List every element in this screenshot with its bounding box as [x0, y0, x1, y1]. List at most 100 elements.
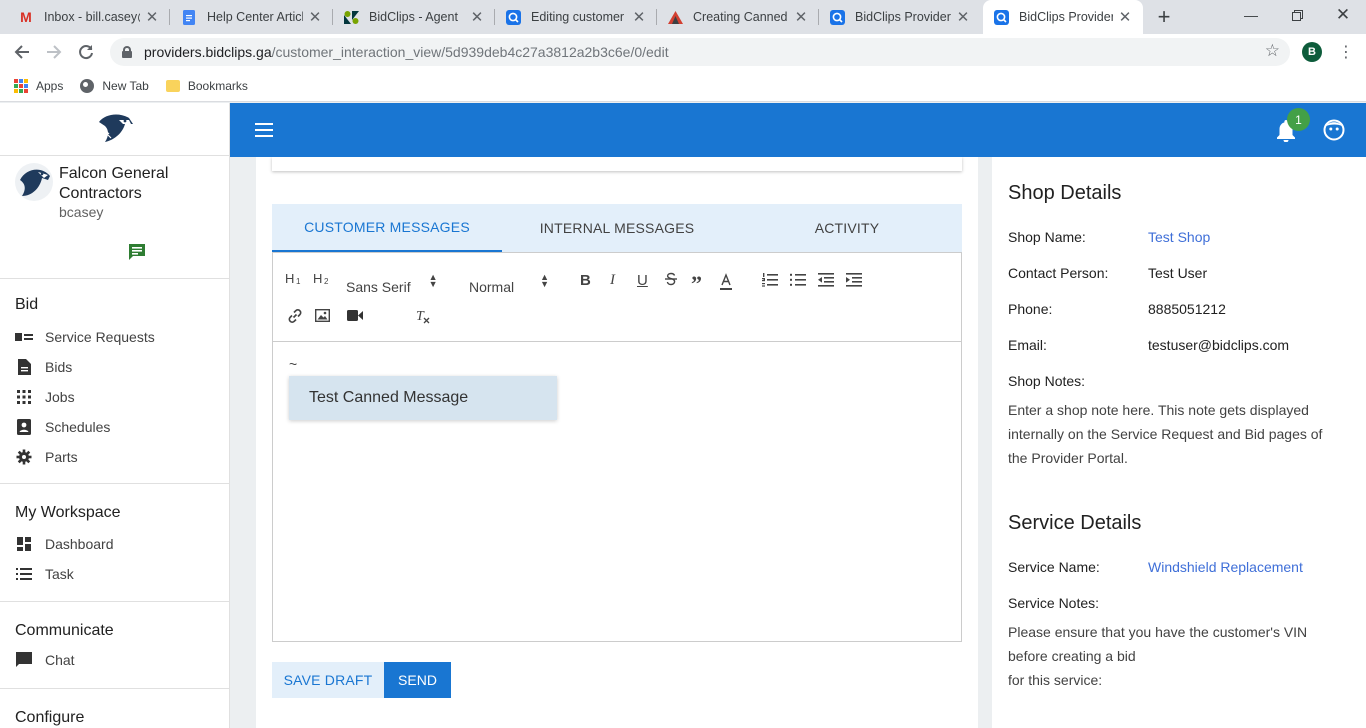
service-name-link[interactable]: Windshield Replacement: [1148, 559, 1303, 575]
apps-grid-icon: [14, 78, 28, 93]
image-icon[interactable]: [315, 309, 330, 322]
editor-text: ~: [289, 356, 298, 372]
underline-icon[interactable]: U: [637, 272, 648, 289]
dashboard-icon: [15, 535, 33, 553]
shop-notes-label: Shop Notes:: [1008, 373, 1086, 389]
font-size-select[interactable]: Normal ▲ ▼: [469, 273, 549, 296]
profile-avatar[interactable]: B: [1302, 42, 1322, 62]
message-panel: CUSTOMER MESSAGES INTERNAL MESSAGES ACTI…: [256, 157, 978, 728]
forward-icon[interactable]: [40, 38, 68, 66]
text-color-icon[interactable]: [719, 273, 733, 291]
browser-tab-provider-portal[interactable]: BidClips Provider P ✕: [819, 0, 981, 34]
blockquote-icon[interactable]: ”: [691, 271, 702, 297]
strikethrough-icon[interactable]: [664, 272, 678, 286]
bold-icon[interactable]: B: [580, 272, 591, 289]
close-icon[interactable]: ✕: [631, 9, 647, 26]
send-button[interactable]: SEND: [384, 662, 451, 698]
indent-icon[interactable]: [846, 273, 862, 287]
gmail-icon: M: [20, 9, 32, 25]
browser-tab-provider-portal-active[interactable]: BidClips Provider P ✕: [983, 0, 1143, 34]
close-icon[interactable]: ✕: [307, 9, 323, 26]
bidclips-icon: [829, 9, 845, 25]
chat-bubble-icon[interactable]: [128, 243, 146, 264]
bookmark-star-icon[interactable]: ☆: [1265, 41, 1280, 61]
new-tab-button[interactable]: +: [1152, 4, 1176, 29]
message-tabs: CUSTOMER MESSAGES INTERNAL MESSAGES ACTI…: [272, 204, 962, 252]
zendesk-icon: [343, 9, 359, 25]
contact-person-value: Test User: [1148, 265, 1208, 281]
font-family-select[interactable]: Sans Serif ▲ ▼: [346, 273, 438, 296]
browser-tab-gmail[interactable]: M Inbox - bill.casey@ ✕: [8, 0, 170, 34]
lock-icon: [122, 46, 132, 58]
restore-button[interactable]: [1274, 0, 1320, 30]
italic-icon[interactable]: I: [610, 272, 615, 289]
folder-icon: [165, 79, 180, 92]
app-header: 1: [230, 103, 1366, 157]
sidebar-section-workspace: My Workspace Dashboard Task: [0, 484, 230, 602]
sidebar-item-parts[interactable]: Parts: [15, 442, 230, 472]
canned-message-suggestion[interactable]: Test Canned Message: [289, 376, 557, 420]
save-draft-button[interactable]: SAVE DRAFT: [272, 662, 384, 698]
heading-1-icon[interactable]: H1: [285, 271, 303, 285]
globe-icon: [80, 78, 95, 93]
sidebar-item-task[interactable]: Task: [15, 559, 230, 589]
section-title-communicate: Communicate: [15, 622, 114, 639]
contact-box-icon: [15, 418, 33, 436]
clear-format-icon[interactable]: T: [415, 308, 431, 324]
sidebar-section-configure: Configure: [0, 689, 230, 728]
phone-value: 8885051212: [1148, 301, 1226, 317]
service-details-title: Service Details: [1008, 512, 1142, 534]
browser-tab-agent[interactable]: BidClips - Agent ✕: [333, 0, 495, 34]
close-icon[interactable]: ✕: [1117, 9, 1133, 26]
sidebar-item-chat[interactable]: Chat: [15, 645, 230, 675]
chat-icon: [15, 651, 33, 669]
sidebar-item-schedules[interactable]: Schedules: [15, 412, 230, 442]
video-icon[interactable]: [347, 310, 363, 321]
bookmark-new-tab[interactable]: New Tab: [80, 78, 149, 93]
link-icon[interactable]: [287, 308, 303, 324]
bookmark-apps[interactable]: Apps: [14, 78, 63, 93]
bookmark-folder[interactable]: Bookmarks: [165, 79, 248, 93]
sidebar-item-bids[interactable]: Bids: [15, 352, 230, 382]
docs-icon: [181, 9, 197, 25]
ordered-list-icon[interactable]: [762, 273, 778, 287]
browser-tab-help-center[interactable]: Help Center Articl ✕: [171, 0, 333, 34]
close-icon[interactable]: ✕: [793, 9, 809, 26]
window-close-button[interactable]: ✕: [1320, 0, 1366, 30]
sidebar-item-jobs[interactable]: Jobs: [15, 382, 230, 412]
hamburger-menu-icon[interactable]: [255, 123, 273, 137]
heading-2-icon[interactable]: H2: [313, 271, 331, 285]
shop-name-link[interactable]: Test Shop: [1148, 229, 1210, 245]
tab-internal-messages[interactable]: INTERNAL MESSAGES: [502, 204, 732, 252]
editor-toolbar: H1 H2 Sans Serif ▲▼ Normal ▲▼ B I U ”: [273, 253, 961, 342]
sidebar: Falcon General Contractors bcasey Bid Se…: [0, 103, 230, 728]
browser-tab-editing-customer[interactable]: Editing customer c ✕: [495, 0, 657, 34]
tab-activity[interactable]: ACTIVITY: [732, 204, 962, 252]
notification-count-badge: 1: [1287, 108, 1310, 131]
browser-menu-icon[interactable]: ⋮: [1338, 40, 1354, 64]
back-icon[interactable]: [8, 38, 36, 66]
shop-notes-text: Enter a shop note here. This note gets d…: [1008, 402, 1323, 466]
gear-icon: [15, 448, 33, 466]
browser-tab-strip: M Inbox - bill.casey@ ✕ Help Center Arti…: [0, 0, 1366, 34]
bookmarks-bar: Apps New Tab Bookmarks: [0, 70, 1366, 102]
url-bar[interactable]: providers.bidclips.ga/customer_interacti…: [110, 38, 1290, 66]
user-face-icon[interactable]: [1323, 119, 1345, 144]
outdent-icon[interactable]: [818, 273, 834, 287]
browser-tab-creating-canned[interactable]: Creating Canned M ✕: [657, 0, 819, 34]
sidebar-item-service-requests[interactable]: Service Requests: [15, 322, 230, 352]
close-icon[interactable]: ✕: [955, 9, 971, 26]
service-notes-text: Please ensure that you have the customer…: [1008, 624, 1308, 664]
svg-text:T: T: [416, 309, 425, 324]
service-name-label: Service Name:: [1008, 559, 1100, 575]
company-profile-card: Falcon General Contractors bcasey: [0, 103, 230, 279]
close-icon[interactable]: ✕: [144, 9, 160, 26]
sidebar-item-dashboard[interactable]: Dashboard: [15, 529, 230, 559]
reload-icon[interactable]: [72, 38, 100, 66]
bullet-list-icon[interactable]: [790, 273, 806, 287]
editor-content-area[interactable]: ~ Test Canned Message: [273, 342, 961, 641]
close-icon[interactable]: ✕: [469, 9, 485, 26]
main-content: CUSTOMER MESSAGES INTERNAL MESSAGES ACTI…: [230, 157, 1366, 728]
tab-customer-messages[interactable]: CUSTOMER MESSAGES: [272, 204, 502, 252]
minimize-button[interactable]: —: [1228, 0, 1274, 30]
